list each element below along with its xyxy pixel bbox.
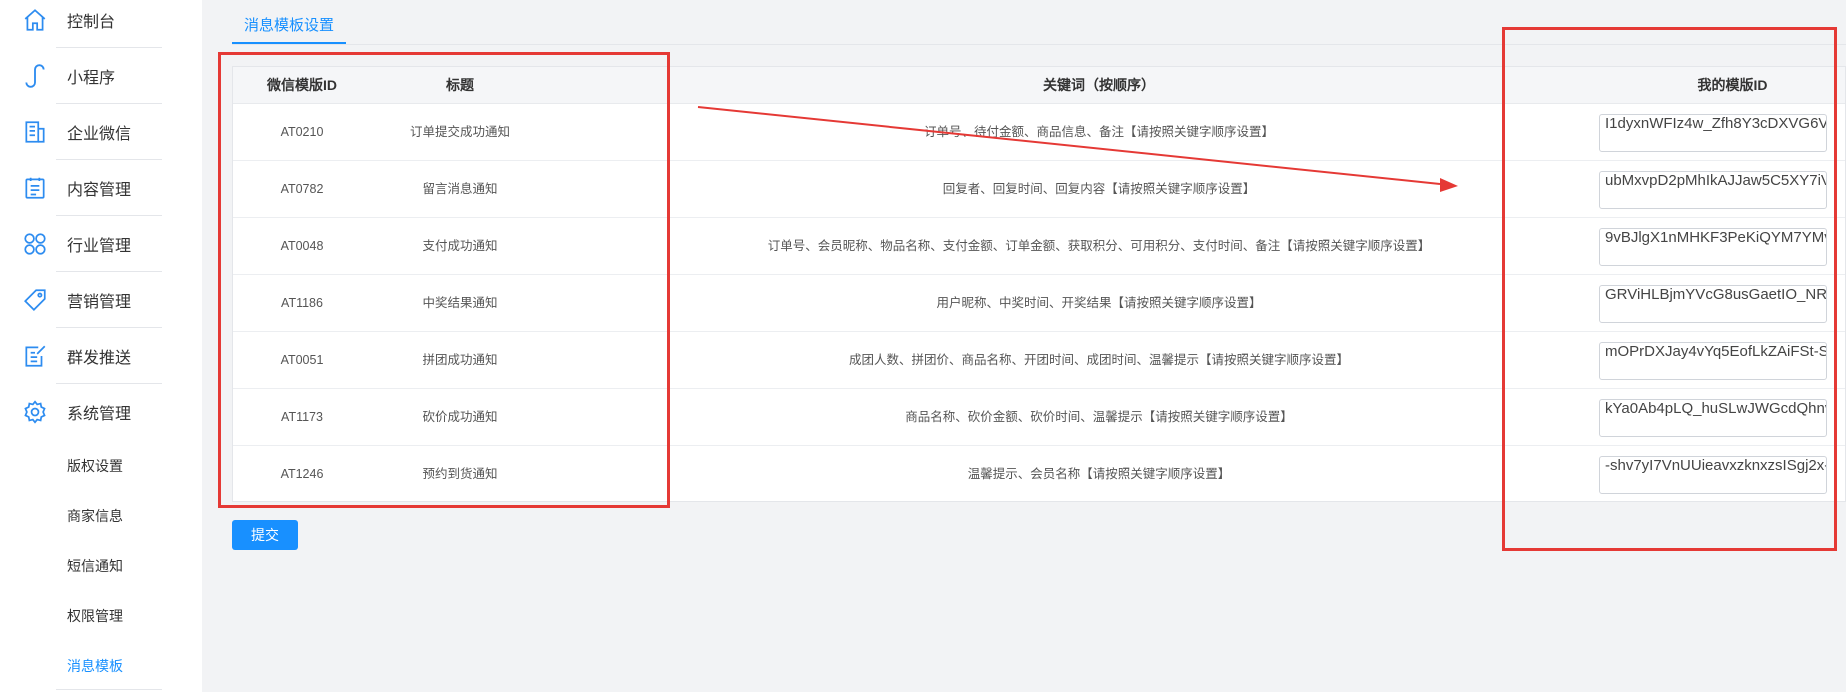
cell-title: 中奖结果通知 [422, 296, 498, 310]
my-template-id-input[interactable]: -shv7yI7VnUUieavxzknxzsISgj2x- [1599, 456, 1827, 494]
cell-wx-id: AT0051 [280, 353, 324, 367]
cell-wx-id: AT0210 [280, 125, 324, 139]
sidebar-item-label: 内容管理 [67, 182, 132, 199]
cell-keywords: 订单号、待付金额、商品信息、备注【请按照关键字顺序设置】 [923, 125, 1274, 139]
table-row: AT1246 预约到货通知 温馨提示、会员名称【请按照关键字顺序设置】 -shv… [233, 446, 1845, 503]
sidebar-item-label: 企业微信 [67, 126, 132, 143]
gear-icon [22, 399, 48, 425]
my-template-id-input[interactable]: 9vBJlgX1nMHKF3PeKiQYM7YMv [1599, 228, 1827, 266]
table-row: AT1186 中奖结果通知 用户昵称、中奖时间、开奖结果【请按照关键字顺序设置】… [233, 275, 1845, 332]
sidebar-sub-permissions[interactable]: 权限管理 [67, 606, 123, 626]
cell-title: 订单提交成功通知 [409, 125, 510, 139]
sidebar-item-marketing[interactable]: 营销管理 [0, 272, 162, 328]
sidebar-item-label: 系统管理 [67, 406, 132, 423]
cell-keywords: 温馨提示、会员名称【请按照关键字顺序设置】 [967, 467, 1231, 481]
cell-wx-id: AT1173 [281, 410, 323, 424]
table-row: AT0782 留言消息通知 回复者、回复时间、回复内容【请按照关键字顺序设置】 … [233, 161, 1845, 218]
sidebar-item-label: 营销管理 [67, 294, 132, 311]
cell-keywords: 用户昵称、中奖时间、开奖结果【请按照关键字顺序设置】 [936, 296, 1262, 310]
edit-doc-icon [22, 343, 48, 369]
header-keywords: 关键词（按顺序） [1043, 77, 1155, 93]
sidebar-item-industry[interactable]: 行业管理 [0, 216, 162, 272]
sidebar-sub-copyright[interactable]: 版权设置 [67, 456, 123, 476]
header-my-template-id: 我的模版ID [1697, 77, 1768, 93]
my-template-id-input[interactable]: ubMxvpD2pMhIkAJJaw5C5XY7iV [1599, 171, 1827, 209]
cell-wx-id: AT1186 [281, 296, 323, 310]
sidebar-sub-sms[interactable]: 短信通知 [67, 556, 123, 576]
sidebar-sub-merchant-info[interactable]: 商家信息 [67, 506, 123, 526]
sidebar-item-dashboard[interactable]: 控制台 [0, 0, 162, 48]
cell-title: 留言消息通知 [422, 182, 498, 196]
table-row: AT0051 拼团成功通知 成团人数、拼团价、商品名称、开团时间、成团时间、温馨… [233, 332, 1845, 389]
submit-button[interactable]: 提交 [232, 520, 298, 550]
tab-message-template-settings[interactable]: 消息模板设置 [232, 8, 346, 44]
cell-title: 拼团成功通知 [422, 353, 498, 367]
grid-circles-icon [22, 231, 48, 257]
cell-title: 预约到货通知 [422, 467, 498, 481]
tab-bar: 消息模板设置 [232, 0, 1846, 45]
document-list-icon [22, 175, 48, 201]
header-title: 标题 [446, 77, 474, 93]
cell-keywords: 商品名称、砍价金额、砍价时间、温馨提示【请按照关键字顺序设置】 [905, 410, 1293, 424]
divider [56, 689, 162, 690]
sidebar-item-system[interactable]: 系统管理 [0, 384, 162, 440]
sidebar-sub-message-template[interactable]: 消息模板 [67, 656, 123, 676]
my-template-id-input[interactable]: GRViHLBjmYVcG8usGaetIO_NRJ [1599, 285, 1827, 323]
my-template-id-input[interactable]: kYa0Ab4pLQ_huSLwJWGcdQhnv [1599, 399, 1827, 437]
sidebar-item-label: 群发推送 [67, 350, 132, 367]
header-wx-template-id: 微信模版ID [267, 77, 337, 93]
table-row: AT1173 砍价成功通知 商品名称、砍价金额、砍价时间、温馨提示【请按照关键字… [233, 389, 1845, 446]
cell-wx-id: AT0782 [280, 182, 324, 196]
sidebar-item-label: 控制台 [67, 14, 116, 31]
template-table: 微信模版ID 标题 关键词（按顺序） 我的模版ID AT0210 订单提交成功通… [232, 66, 1846, 502]
cell-wx-id: AT0048 [280, 239, 324, 253]
building-icon [22, 119, 48, 145]
mini-program-icon [22, 63, 48, 89]
table-row: AT0210 订单提交成功通知 订单号、待付金额、商品信息、备注【请按照关键字顺… [233, 104, 1845, 161]
table-header: 微信模版ID 标题 关键词（按顺序） 我的模版ID [233, 67, 1845, 104]
cell-title: 砍价成功通知 [422, 410, 498, 424]
sidebar-item-content[interactable]: 内容管理 [0, 160, 162, 216]
sidebar-item-label: 行业管理 [67, 238, 132, 255]
cell-keywords: 回复者、回复时间、回复内容【请按照关键字顺序设置】 [942, 182, 1256, 196]
home-icon [22, 7, 48, 33]
cell-keywords: 订单号、会员昵称、物品名称、支付金额、订单金额、获取积分、可用积分、支付时间、备… [767, 239, 1431, 253]
sidebar: 控制台 小程序 企业微信 内容管理 行业管理 营销管理 群发推送 系统管理 版权… [0, 0, 202, 692]
tag-icon [22, 287, 48, 313]
cell-title: 支付成功通知 [422, 239, 498, 253]
cell-keywords: 成团人数、拼团价、商品名称、开团时间、成团时间、温馨提示【请按照关键字顺序设置】 [848, 353, 1349, 367]
my-template-id-input[interactable]: mOPrDXJay4vYq5EofLkZAiFSt-SI [1599, 342, 1827, 380]
sidebar-item-mini-program[interactable]: 小程序 [0, 48, 162, 104]
sidebar-item-wecom[interactable]: 企业微信 [0, 104, 162, 160]
cell-wx-id: AT1246 [280, 467, 324, 481]
my-template-id-input[interactable]: I1dyxnWFIz4w_Zfh8Y3cDXVG6V [1599, 114, 1827, 152]
table-row: AT0048 支付成功通知 订单号、会员昵称、物品名称、支付金额、订单金额、获取… [233, 218, 1845, 275]
sidebar-item-broadcast[interactable]: 群发推送 [0, 328, 162, 384]
sidebar-item-label: 小程序 [67, 70, 116, 87]
